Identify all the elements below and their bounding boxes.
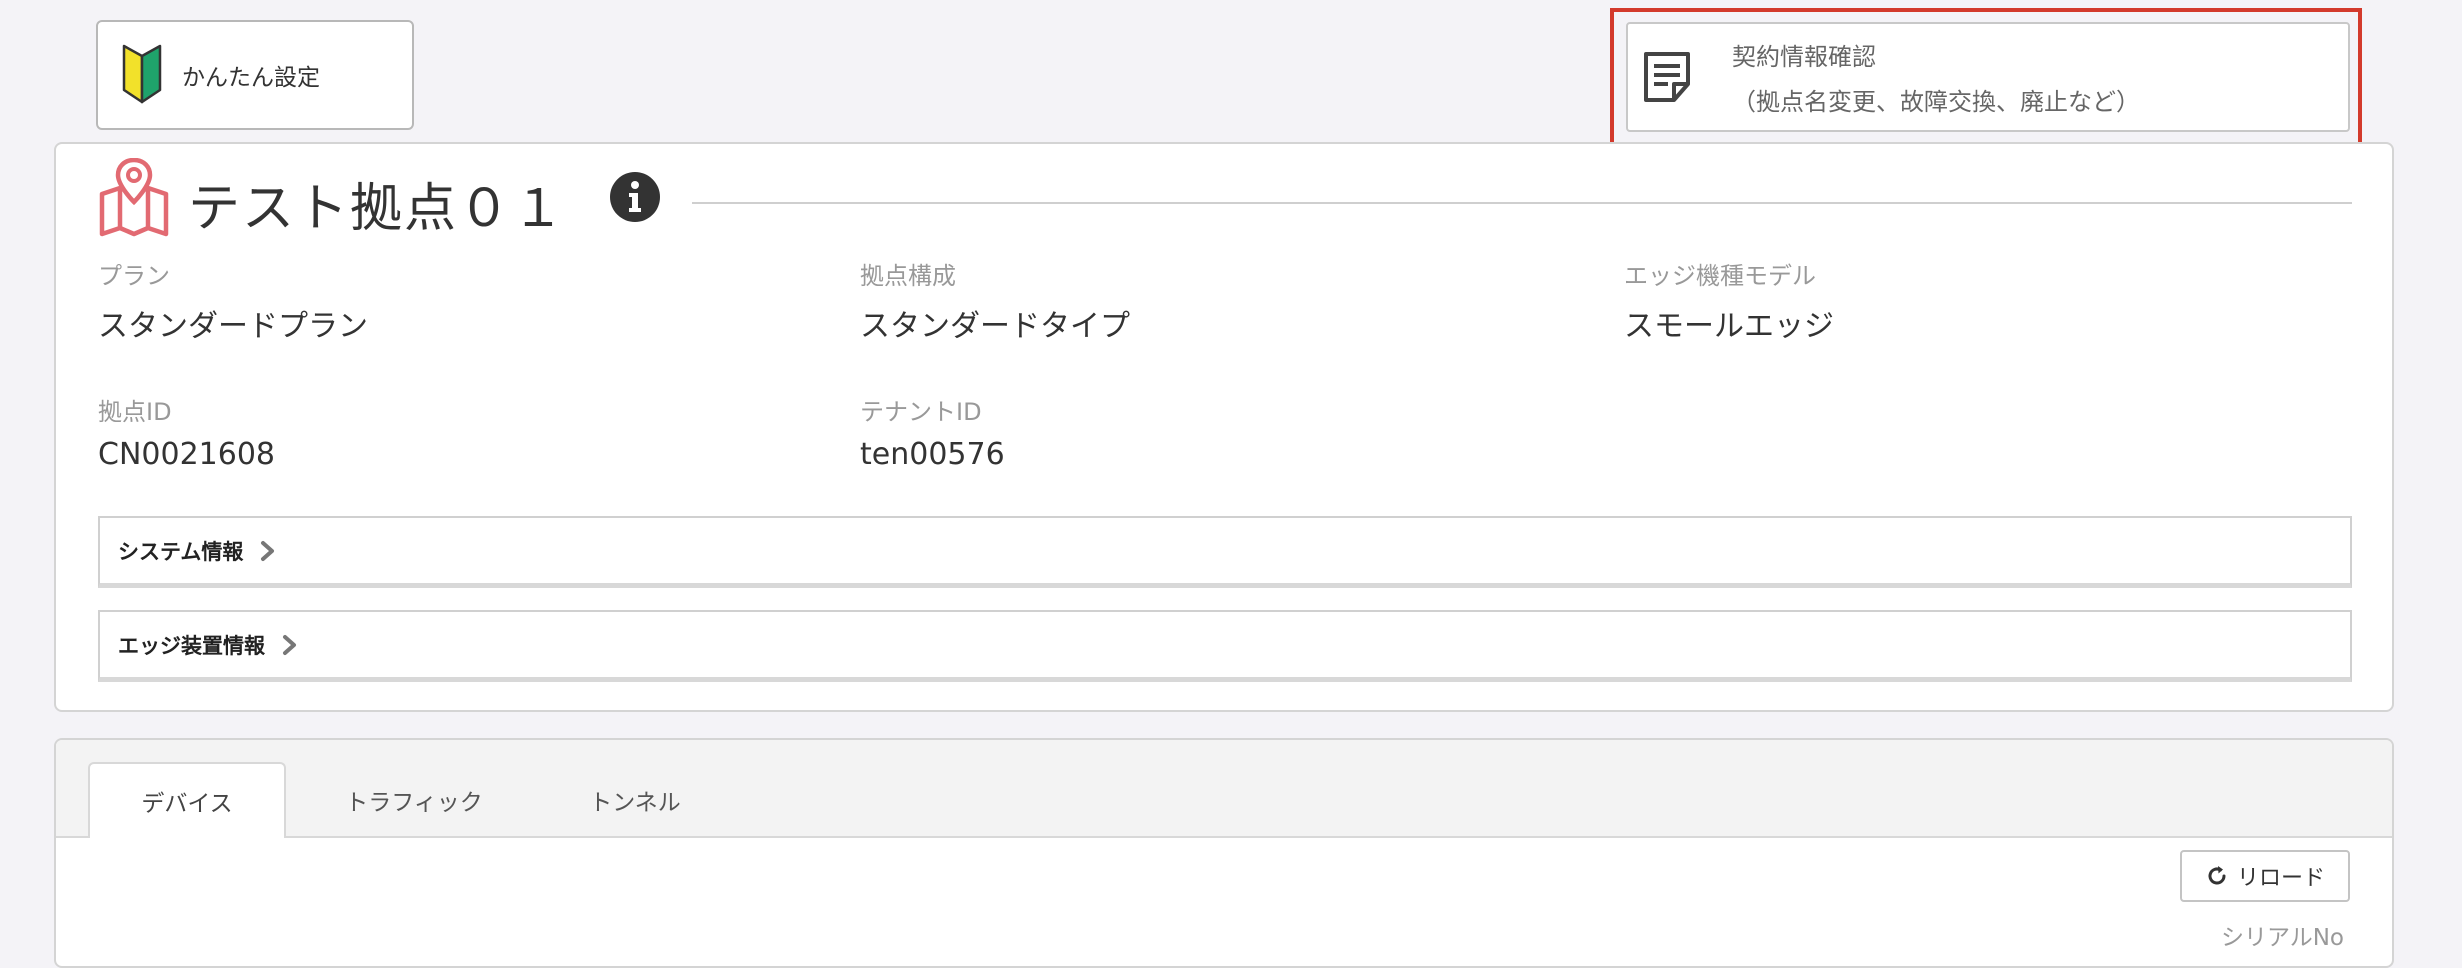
chevron-right-icon bbox=[261, 540, 275, 561]
site-id-label: 拠点ID bbox=[98, 398, 172, 426]
site-title: テスト拠点０１ bbox=[188, 179, 567, 239]
reload-icon bbox=[2208, 866, 2226, 885]
map-pin-icon bbox=[99, 158, 169, 237]
tab-traffic[interactable]: トラフィック bbox=[302, 762, 526, 838]
tab-device[interactable]: デバイス bbox=[88, 762, 286, 838]
contract-info-title: 契約情報確認 bbox=[1732, 43, 1876, 71]
easy-setup-label: かんたん設定 bbox=[182, 65, 320, 91]
tabs-card: デバイス トラフィック トンネル リロード シリアルNo bbox=[54, 738, 2394, 968]
title-divider bbox=[692, 202, 2352, 204]
plan-field: プラン スタンダードプラン bbox=[98, 256, 368, 345]
reload-button[interactable]: リロード bbox=[2180, 850, 2350, 902]
site-info-card: テスト拠点０１ プラン スタンダードプラン 拠点構成 スタンダードタイプ エッジ… bbox=[54, 142, 2394, 712]
reload-label: リロード bbox=[2236, 866, 2325, 891]
site-title-row: テスト拠点０１ bbox=[96, 156, 2352, 246]
easy-setup-button[interactable]: かんたん設定 bbox=[96, 20, 414, 130]
system-info-accordion[interactable]: システム情報 bbox=[98, 516, 2352, 588]
chevron-right-icon bbox=[283, 634, 296, 655]
plan-value: スタンダードプラン bbox=[98, 309, 368, 344]
edge-device-info-label: エッジ装置情報 bbox=[118, 633, 265, 658]
contract-info-subtitle: （拠点名変更、故障交換、廃止など） bbox=[1732, 88, 2140, 116]
edge-device-info-accordion[interactable]: エッジ装置情報 bbox=[98, 610, 2352, 682]
tab-tunnel[interactable]: トンネル bbox=[540, 762, 730, 838]
edge-model-field: エッジ機種モデル スモールエッジ bbox=[1624, 256, 1834, 345]
info-icon[interactable] bbox=[608, 170, 662, 224]
tab-bar: デバイス トラフィック トンネル bbox=[56, 740, 2392, 838]
plan-label: プラン bbox=[98, 262, 170, 290]
contract-info-button[interactable]: 契約情報確認 （拠点名変更、故障交換、廃止など） bbox=[1626, 22, 2350, 132]
tenant-id-value: ten00576 bbox=[860, 437, 1005, 472]
config-field: 拠点構成 スタンダードタイプ bbox=[860, 256, 1130, 345]
config-value: スタンダードタイプ bbox=[860, 309, 1130, 344]
document-icon bbox=[1644, 52, 1690, 102]
site-id-value: CN0021608 bbox=[98, 437, 275, 472]
site-id-field: 拠点ID CN0021608 bbox=[98, 392, 275, 472]
tenant-id-field: テナントID ten00576 bbox=[860, 392, 1005, 472]
beginner-mark-icon bbox=[122, 44, 162, 104]
system-info-label: システム情報 bbox=[118, 539, 244, 564]
serial-column-header: シリアルNo bbox=[2220, 925, 2344, 951]
tenant-id-label: テナントID bbox=[860, 398, 982, 426]
edge-model-label: エッジ機種モデル bbox=[1624, 262, 1816, 290]
edge-model-value: スモールエッジ bbox=[1624, 309, 1834, 344]
config-label: 拠点構成 bbox=[860, 262, 956, 290]
contract-highlight-frame: 契約情報確認 （拠点名変更、故障交換、廃止など） bbox=[1610, 8, 2362, 146]
